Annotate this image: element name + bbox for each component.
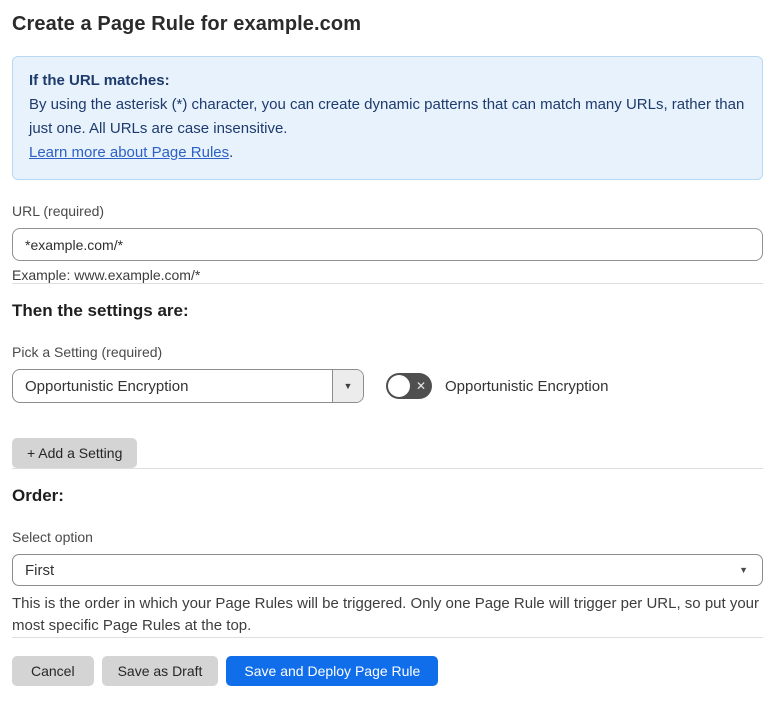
info-box-heading: If the URL matches: (29, 72, 170, 89)
caret-down-icon: ▼ (739, 565, 748, 575)
setting-dropdown-value: Opportunistic Encryption (25, 377, 189, 395)
settings-heading: Then the settings are: (12, 301, 189, 320)
caret-down-icon[interactable]: ▼ (332, 370, 363, 402)
info-box-text: By using the asterisk (*) character, you… (29, 96, 745, 137)
link-suffix: . (229, 144, 234, 161)
toggle-off-x-icon: ✕ (415, 379, 426, 393)
divider (12, 637, 763, 638)
order-select[interactable]: First ▼ (12, 554, 763, 586)
cancel-button[interactable]: Cancel (12, 656, 94, 686)
opportunistic-encryption-toggle[interactable]: ✕ (386, 373, 432, 399)
save-and-deploy-button[interactable]: Save and Deploy Page Rule (226, 656, 439, 686)
save-as-draft-button[interactable]: Save as Draft (101, 656, 219, 686)
divider (12, 283, 763, 284)
setting-row: Opportunistic Encryption ▼ ✕ Opportunist… (12, 369, 763, 403)
setting-picker-label: Pick a Setting (required) (12, 344, 163, 360)
order-select-value: First (25, 561, 55, 579)
divider (12, 468, 763, 469)
setting-toggle-label: Opportunistic Encryption (445, 377, 609, 395)
order-helper: This is the order in which your Page Rul… (12, 595, 760, 634)
toggle-knob (388, 375, 410, 397)
learn-more-link[interactable]: Learn more about Page Rules (29, 144, 229, 161)
footer-actions: Cancel Save as Draft Save and Deploy Pag… (12, 656, 763, 686)
order-heading: Order: (12, 486, 64, 505)
url-matches-info-box: If the URL matches: By using the asteris… (12, 56, 763, 180)
info-box-body: By using the asterisk (*) character, you… (29, 93, 746, 165)
url-input[interactable] (12, 228, 763, 261)
page-title: Create a Page Rule for example.com (12, 13, 362, 35)
order-select-label: Select option (12, 529, 93, 545)
setting-dropdown[interactable]: Opportunistic Encryption ▼ (12, 369, 364, 403)
page-rule-form: Create a Page Rule for example.com If th… (0, 0, 775, 686)
add-setting-button[interactable]: + Add a Setting (12, 438, 138, 468)
url-label: URL (required) (12, 203, 105, 219)
url-helper: Example: www.example.com/* (12, 267, 201, 283)
